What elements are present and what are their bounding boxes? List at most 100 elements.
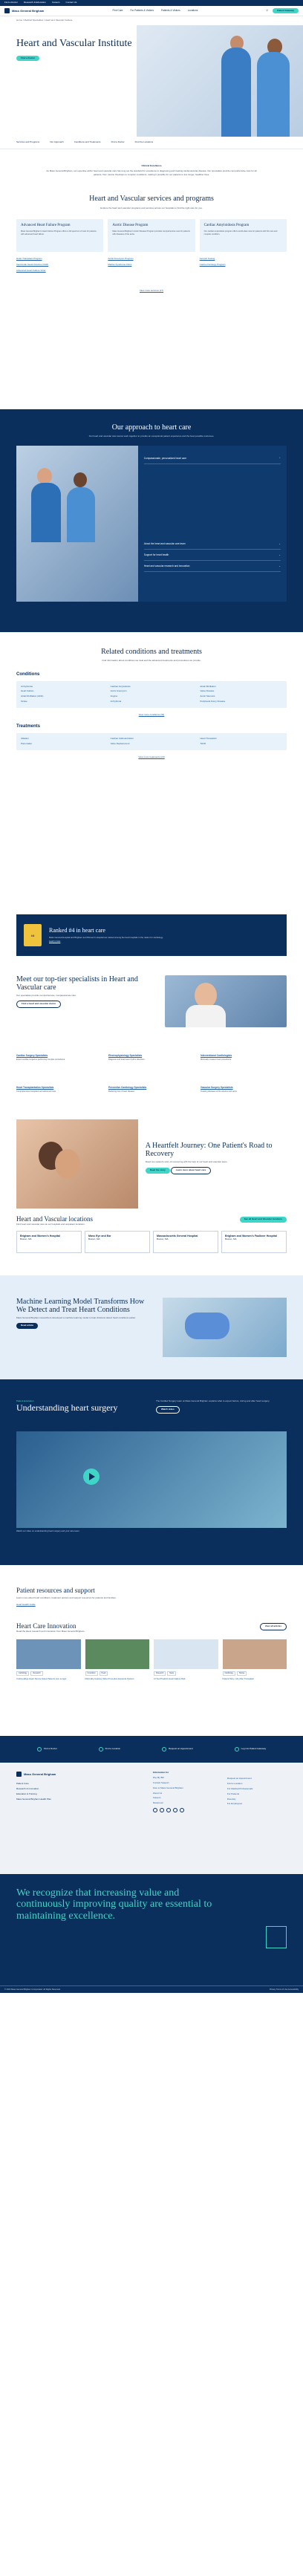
footer-brand[interactable]: Mass General Brigham xyxy=(16,1771,138,1777)
view-articles-button[interactable]: View all articles xyxy=(259,1622,287,1630)
legal-links[interactable]: Privacy Terms of Use Accessibility xyxy=(270,1988,299,1991)
find-doctor-button[interactable]: Find a Doctor xyxy=(16,55,40,62)
tab-conditions[interactable]: Conditions and Treatments xyxy=(74,140,101,144)
footer-link[interactable]: Contact Support xyxy=(153,1781,212,1785)
cta-appointment[interactable]: Request an Appointment xyxy=(161,1746,193,1752)
specialist-card[interactable]: Heart Transplantation Specialists Compreh… xyxy=(16,1086,102,1110)
tab-find-doctor[interactable]: Find a Doctor xyxy=(111,140,125,144)
footer-link[interactable]: About Us xyxy=(153,1792,212,1795)
service-link[interactable]: Genetic Testing xyxy=(200,256,287,262)
topbar-link-3[interactable]: Careers xyxy=(52,1,60,4)
condition-link[interactable]: Cardiac Amyloidosis xyxy=(111,685,193,689)
tab-approach[interactable]: Our Approach xyxy=(50,140,64,144)
cta-find-location[interactable]: Find a Location xyxy=(98,1746,120,1752)
nav-item-2[interactable]: For Patients & Visitors xyxy=(130,9,153,12)
condition-link[interactable]: Valve Disease xyxy=(200,690,282,693)
location-card[interactable]: Brigham and Women's Faulkner Hospital Bos… xyxy=(221,1231,287,1254)
view-more-conditions-link[interactable]: View more conditions (32) xyxy=(139,712,165,718)
nav-item-4[interactable]: Locations xyxy=(188,9,198,12)
facebook-icon[interactable] xyxy=(152,1808,157,1813)
service-link[interactable]: Cardio-Oncology Program xyxy=(200,262,287,268)
cta-gateway[interactable]: Log into Patient Gateway xyxy=(234,1746,266,1752)
nav-item-3[interactable]: Patients & Visitors xyxy=(161,9,180,12)
footer-link[interactable]: Research & Innovation xyxy=(16,1787,138,1791)
condition-link[interactable]: Stroke xyxy=(21,700,103,703)
specialist-card[interactable]: Preventive Cardiology Specialists Reducin… xyxy=(108,1086,195,1110)
location-card[interactable]: Mass Eye and Ear Boston, MA xyxy=(85,1231,150,1254)
condition-link[interactable]: Arrhythmias xyxy=(21,685,103,689)
article-card[interactable]: Research News AI Tool Predicts Heart Fail… xyxy=(154,1639,218,1681)
nav-item-1[interactable]: Find Care xyxy=(112,9,123,12)
condition-link[interactable]: Angina xyxy=(111,695,193,698)
treatment-link[interactable]: Valve Replacement xyxy=(111,742,193,746)
condition-link[interactable]: Peripheral Artery Disease xyxy=(200,700,282,703)
topbar-link-4[interactable]: Contact Us xyxy=(66,1,77,4)
footer-link[interactable]: For Patients xyxy=(227,1792,287,1796)
accordion-item[interactable]: About the heart and vascular care team ⌄ xyxy=(143,539,281,550)
footer-link[interactable]: For Employees xyxy=(227,1803,287,1806)
footer-link[interactable]: Diversity xyxy=(227,1798,287,1801)
x-icon[interactable] xyxy=(159,1808,164,1813)
condition-link[interactable]: Aortic Aneurysm xyxy=(111,690,193,693)
article-card[interactable]: Innovation Heart Minimally Invasive Valve… xyxy=(85,1639,149,1681)
search-icon[interactable]: ⚲ xyxy=(266,9,267,12)
resource-link[interactable]: Heart Health Guide xyxy=(16,1602,287,1608)
read-article-button[interactable]: Read article xyxy=(16,1323,39,1330)
instagram-icon[interactable] xyxy=(166,1808,171,1813)
service-link[interactable]: Ventricular Assist Devices (VAD) xyxy=(16,262,103,268)
login-button[interactable]: Patient Gateway xyxy=(272,7,299,14)
specialist-card[interactable]: Cardiac Surgery Specialists Expert cardia… xyxy=(16,1054,102,1078)
specialist-card[interactable]: Electrophysiology Specialists Diagnose an… xyxy=(108,1054,195,1078)
service-card[interactable]: Cardiac Amyloidosis Program Our cardiac … xyxy=(199,218,287,252)
condition-link[interactable]: Arrhythmia xyxy=(111,700,193,703)
article-card[interactable]: Cardiology Stories Patient Story: Life Af… xyxy=(222,1639,287,1681)
tab-services[interactable]: Services and Programs xyxy=(16,140,39,144)
youtube-icon[interactable] xyxy=(179,1808,184,1813)
topbar-link-2[interactable]: Research & Education xyxy=(24,1,46,4)
service-card[interactable]: Aortic Disease Program Mass General Brig… xyxy=(108,218,195,252)
footer-link[interactable]: For Medical Professionals xyxy=(227,1787,287,1791)
read-story-button[interactable]: Read the story xyxy=(145,1168,170,1174)
footer-link[interactable]: Patient Care xyxy=(16,1782,138,1786)
service-link[interactable]: Marfan Syndrome Clinic xyxy=(108,262,195,268)
footer-link[interactable]: Careers xyxy=(153,1797,212,1800)
footer-link[interactable]: Give to Mass General Brigham xyxy=(153,1786,212,1790)
condition-link[interactable]: Aortic Stenosis xyxy=(200,695,282,698)
treatment-link[interactable]: Pacemaker xyxy=(21,742,103,746)
treatment-link[interactable]: Cardiac Catheterization xyxy=(111,737,193,741)
location-card[interactable]: Brigham and Women's Hospital Boston, MA xyxy=(16,1231,82,1254)
find-specialist-button[interactable]: Find a heart and vascular doctor xyxy=(16,1001,62,1009)
accordion-item[interactable]: Heart and vascular research and innovati… xyxy=(143,561,281,573)
topbar-link-1[interactable]: Find a Doctor xyxy=(4,1,18,4)
footer-link[interactable]: Pay My Bill xyxy=(153,1776,212,1780)
footer-link[interactable]: Education & Training xyxy=(16,1792,138,1796)
location-card[interactable]: Massachusetts General Hospital Boston, MA xyxy=(153,1231,218,1254)
brand-logo[interactable]: Mass General Brigham xyxy=(4,8,44,13)
ranking-link[interactable]: Learn more xyxy=(49,940,163,943)
condition-link[interactable]: Atrial Fibrillation (AFib) xyxy=(21,695,103,698)
treatment-link[interactable]: Heart Transplant xyxy=(200,737,282,741)
view-more-services-link[interactable]: View more services (17) xyxy=(140,287,163,293)
watch-video-button[interactable]: Watch video xyxy=(156,1406,180,1414)
tab-locations[interactable]: Find the Locations xyxy=(135,140,154,144)
service-card[interactable]: Advanced Heart Failure Program Mass Gene… xyxy=(16,218,104,252)
video-player[interactable] xyxy=(16,1431,287,1529)
specialist-card[interactable]: Vascular Surgery Specialists Treating dis… xyxy=(201,1086,287,1110)
condition-link[interactable]: Atrial Fibrillation xyxy=(200,685,282,689)
service-link[interactable]: Heart Transplant Program xyxy=(16,256,103,262)
see-locations-button[interactable]: See all Heart and Vascular locations xyxy=(239,1217,287,1223)
article-card[interactable]: Cardiology Research Cutting-Edge Heart De… xyxy=(16,1639,81,1681)
service-link[interactable]: Aortic Aneurysm Program xyxy=(108,256,195,262)
footer-link[interactable]: Request an Appointment xyxy=(227,1777,287,1780)
footer-link[interactable]: Mass General Brigham Health Plan xyxy=(16,1798,138,1801)
cta-find-doctor[interactable]: Find a Doctor xyxy=(36,1746,57,1752)
accordion-item[interactable]: Support for heart health ⌄ xyxy=(143,550,281,562)
treatment-link[interactable]: Ablation xyxy=(21,737,103,741)
treatment-link[interactable]: TAVR xyxy=(200,742,282,746)
breadcrumb[interactable]: Home / Medical Specialties / Heart and V… xyxy=(0,16,303,25)
accordion-item[interactable]: Compassionate, personalized heart care ⌃ xyxy=(143,453,281,464)
footer-link[interactable]: Newsroom xyxy=(153,1801,212,1805)
service-link[interactable]: Advanced Heart Failure Clinic xyxy=(16,268,103,274)
view-more-treatments-link[interactable]: View more treatments (24) xyxy=(138,754,164,760)
specialist-card[interactable]: Interventional Cardiologists Minimally in… xyxy=(201,1054,287,1078)
